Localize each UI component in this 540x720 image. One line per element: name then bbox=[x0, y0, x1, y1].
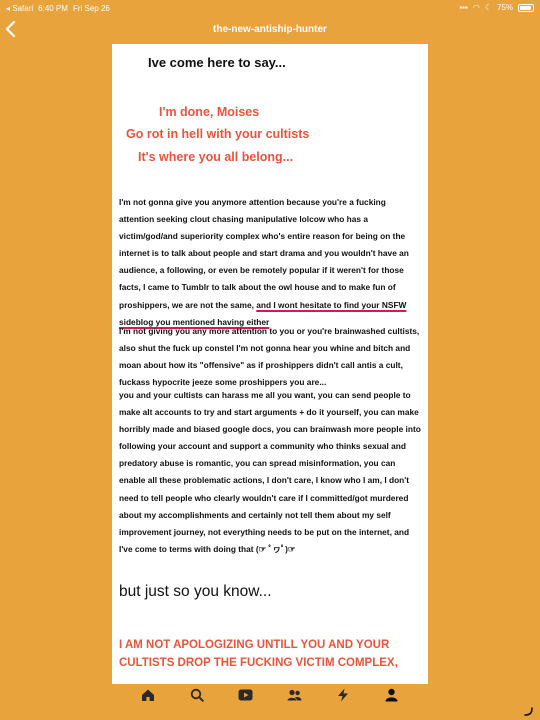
red-caps-text: I AM NOT APOLOGIZING UNTILL YOU AND YOUR… bbox=[119, 639, 398, 669]
status-bar: ◂ Safari 6:40 PM Fri Sep 26 ▪▪▪ ◠ ☾ 75% bbox=[0, 0, 540, 18]
red-line: It's where you all belong... bbox=[138, 150, 294, 164]
big-line: but just so you know... bbox=[119, 583, 272, 600]
wifi-icon: ◠ bbox=[472, 3, 480, 12]
paragraph: I'm not gonna give you anymore attention… bbox=[119, 194, 423, 331]
red-line: Go rot in hell with your cultists bbox=[126, 127, 310, 141]
post-card: Ive come here to say... I'm done, Moises… bbox=[112, 44, 428, 684]
back-to-app-link[interactable]: ◂ Safari bbox=[6, 4, 33, 13]
paragraph: I'm not giving you any more attention to… bbox=[119, 326, 420, 388]
home-icon[interactable] bbox=[138, 685, 158, 705]
moon-icon: ☾ bbox=[484, 3, 492, 12]
account-icon[interactable] bbox=[382, 685, 402, 705]
post-heading: Ive come here to say... bbox=[148, 55, 286, 70]
battery-icon bbox=[518, 3, 534, 12]
paragraph-text: I'm not gonna give you anymore attention… bbox=[119, 197, 409, 310]
search-icon[interactable] bbox=[187, 685, 207, 705]
bottom-tab-bar bbox=[112, 684, 428, 706]
nav-bar: the-new-antiship-hunter bbox=[0, 18, 540, 44]
battery-percent: 75% bbox=[496, 3, 513, 12]
community-icon[interactable] bbox=[284, 685, 304, 705]
signal-icon: ▪▪▪ bbox=[459, 3, 468, 12]
resize-handle-icon bbox=[522, 704, 534, 716]
status-time: 6:40 PM bbox=[38, 4, 68, 13]
status-date: Fri Sep 26 bbox=[72, 4, 110, 13]
activity-icon[interactable] bbox=[333, 685, 353, 705]
red-line: I'm done, Moises bbox=[159, 105, 260, 119]
paragraph: you and your cultists can harass me all … bbox=[119, 390, 421, 554]
video-icon[interactable] bbox=[236, 685, 256, 705]
blog-title[interactable]: the-new-antiship-hunter bbox=[0, 24, 540, 35]
